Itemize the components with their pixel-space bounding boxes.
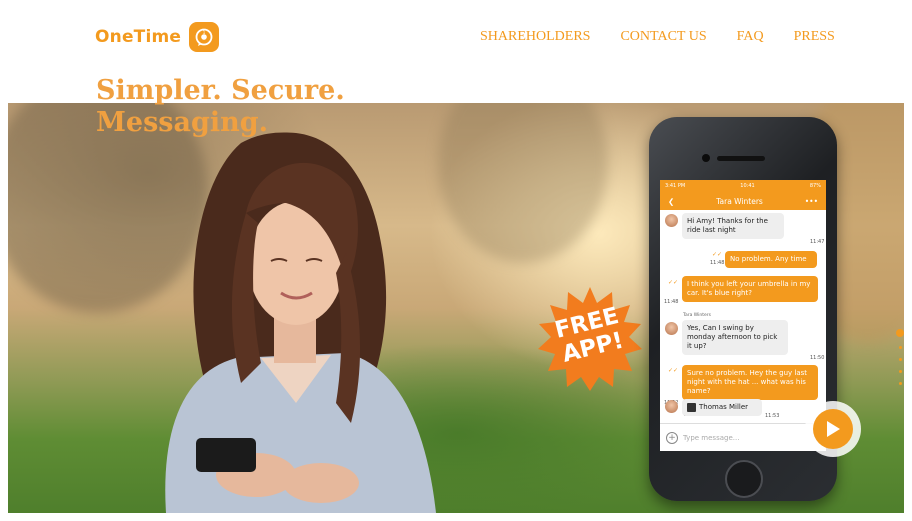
phone-screen: 3:41 PM 10:41 87% ❮ Tara Winters ••• Hi … xyxy=(660,180,826,451)
play-icon xyxy=(827,421,840,437)
nav-shareholders[interactable]: SHAREHOLDERS xyxy=(480,29,590,45)
carousel-pagination xyxy=(895,329,904,394)
ellipsis-icon[interactable]: ••• xyxy=(805,197,818,206)
tagline-line-1: Simpler. Secure. xyxy=(96,75,345,106)
free-app-badge: FREE APP! xyxy=(534,283,646,395)
speaker-icon xyxy=(717,156,765,161)
chevron-left-icon[interactable]: ❮ xyxy=(668,197,674,206)
page: OneTime 1 SHAREHOLDERS CONTACT US FAQ PR… xyxy=(8,0,904,513)
avatar xyxy=(665,214,678,227)
message-incoming: Hi Amy! Thanks for the ride last night xyxy=(682,213,784,239)
svg-text:1: 1 xyxy=(203,30,206,35)
nav-press[interactable]: PRESS xyxy=(794,29,835,45)
camera-icon xyxy=(702,154,710,162)
chat-bubble-logo-icon: 1 xyxy=(189,22,220,52)
carousel-dot[interactable] xyxy=(898,382,902,385)
message-time: 11:48 xyxy=(664,299,679,305)
status-time: 10:41 xyxy=(740,183,755,189)
nav-contact-us[interactable]: CONTACT US xyxy=(620,29,706,45)
message-time: 11:47 xyxy=(810,239,825,245)
message-outgoing: No problem. Any time xyxy=(725,251,817,268)
contact-card-icon xyxy=(687,403,696,412)
message-sender: Tara Winters xyxy=(683,313,711,318)
message-incoming: Yes, Can I swing by monday afternoon to … xyxy=(682,320,788,355)
message-time: 11:48 xyxy=(710,260,725,266)
read-check-icon: ✓✓ xyxy=(668,367,679,374)
plus-icon[interactable]: + xyxy=(666,431,678,444)
read-check-icon: ✓✓ xyxy=(712,251,723,258)
avatar xyxy=(665,400,678,413)
chat-contact-name: Tara Winters xyxy=(716,196,763,206)
read-check-icon: ✓✓ xyxy=(668,279,679,286)
carousel-dot[interactable] xyxy=(898,358,902,361)
status-bar: 3:41 PM 10:41 87% xyxy=(660,180,826,192)
logo[interactable]: OneTime 1 xyxy=(95,22,220,52)
status-battery: 87% xyxy=(809,183,821,189)
carousel-dot[interactable] xyxy=(898,370,902,373)
background-tree xyxy=(438,103,608,263)
message-outgoing: I think you left your umbrella in my car… xyxy=(682,276,818,302)
chat-thread: Hi Amy! Thanks for the ride last night 1… xyxy=(660,210,826,423)
contact-card-name: Thomas Miller xyxy=(699,403,749,411)
carousel-dot[interactable] xyxy=(896,329,904,337)
woman-texting-photo xyxy=(165,132,436,513)
hero-tagline: Simpler. Secure. Messaging. xyxy=(96,75,345,139)
avatar xyxy=(665,322,678,335)
site-header: OneTime 1 SHAREHOLDERS CONTACT US FAQ PR… xyxy=(8,0,904,80)
message-input[interactable]: Type message... xyxy=(683,434,739,442)
message-outgoing: Sure no problem. Hey the guy last night … xyxy=(682,365,818,400)
home-button xyxy=(725,460,763,498)
logo-text: OneTime xyxy=(95,27,182,47)
nav-faq[interactable]: FAQ xyxy=(737,29,764,45)
message-incoming: Thomas Miller xyxy=(682,399,762,416)
main-nav: SHAREHOLDERS CONTACT US FAQ PRESS xyxy=(480,29,835,45)
play-video-button[interactable] xyxy=(805,401,861,457)
status-carrier: 3:41 PM xyxy=(665,183,686,189)
chat-header: ❮ Tara Winters ••• xyxy=(660,192,826,210)
message-input-bar: + Type message... xyxy=(660,423,826,451)
tagline-line-2: Messaging. xyxy=(96,107,269,138)
message-time: 11:53 xyxy=(765,413,780,419)
message-time: 11:50 xyxy=(810,355,825,361)
carousel-dot[interactable] xyxy=(898,346,902,349)
